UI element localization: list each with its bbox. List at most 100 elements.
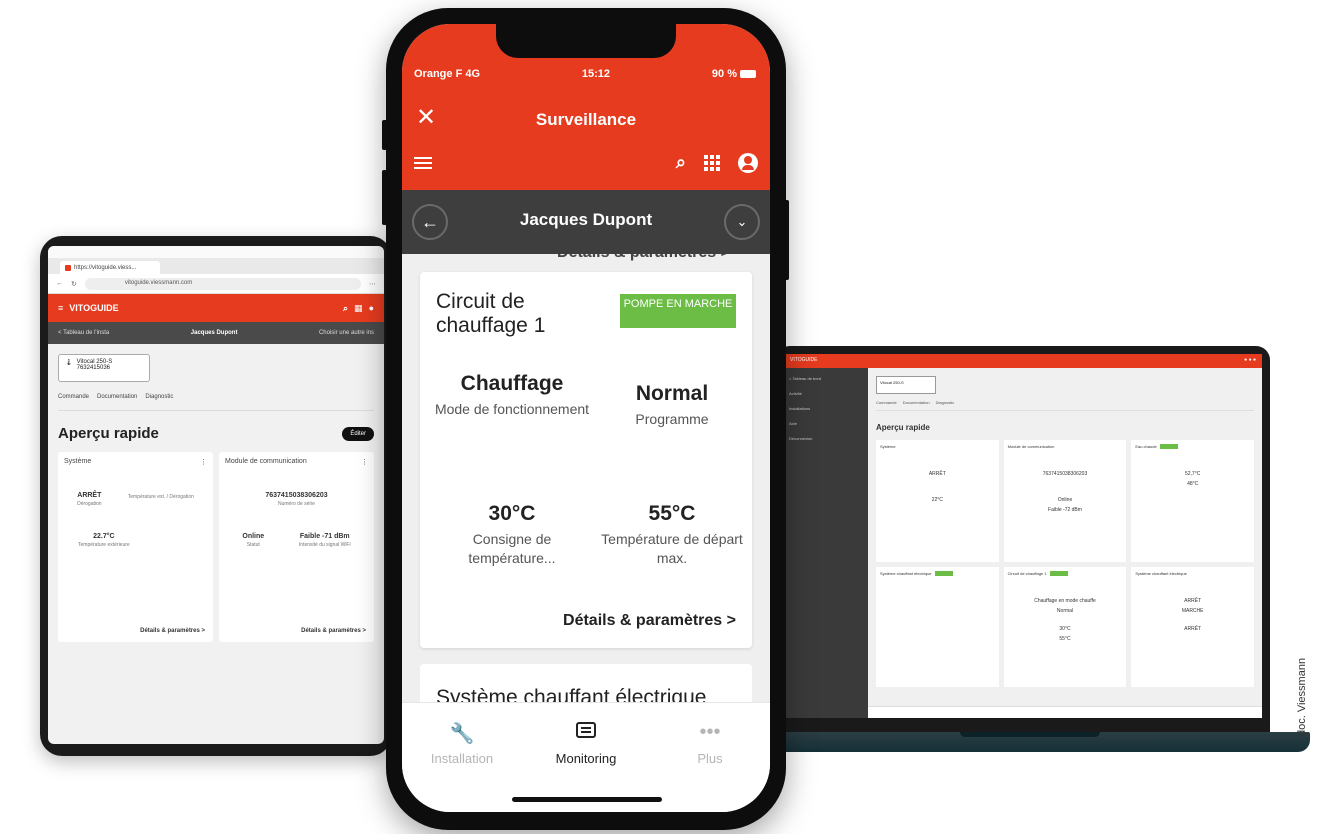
chevron-down-icon[interactable]: ⌄ — [724, 204, 760, 240]
battery-label: 90 % — [711, 68, 737, 80]
card-value: Online — [242, 533, 265, 540]
eau-chaude-card: Eau chaude 52,7°C 48°C — [1131, 440, 1254, 562]
user-icon[interactable]: ● — [369, 303, 374, 313]
previous-card-peek: Détails & paramètres > — [402, 254, 770, 272]
customer-name: Jacques Dupont — [519, 210, 653, 229]
kebab-icon[interactable]: ⋮ — [361, 458, 368, 466]
tablet-screen: https://vitoguide.viess... ← ↻ vitoguide… — [48, 246, 384, 744]
program-cell: Normal Programme — [592, 382, 752, 429]
menu-diagnostic[interactable]: Diagnostic — [936, 400, 955, 405]
apercu-title: Aperçu rapide — [876, 423, 930, 432]
customer-bar: ← Jacques Dupont ⌄ — [402, 190, 770, 254]
card-value: MARCHE — [1181, 608, 1204, 614]
max-temp-cell: 55°C Température de départ max. — [592, 502, 752, 568]
menu-icon[interactable]: ≡ — [58, 303, 63, 313]
module-card: Module de communication 7637415038306203… — [1003, 440, 1127, 562]
menu-documentation[interactable]: Documentation — [97, 394, 137, 400]
laptop-app-header: VITOGUIDE ● ● ● — [784, 354, 1262, 368]
browser-tab-title: https://vitoguide.viess... — [74, 264, 137, 271]
reload-icon[interactable]: ↻ — [71, 280, 77, 288]
details-parametres-link[interactable]: Détails & paramètres > — [563, 612, 736, 630]
device-selector[interactable]: Vitocal 250-S — [876, 376, 936, 394]
laptop-base — [770, 732, 1310, 752]
more-icon: ••• — [699, 721, 721, 743]
laptop-content: Vitocal 250-S Commande Documentation Dia… — [868, 368, 1262, 718]
switch-installation-link[interactable]: Choisir une autre ins — [319, 330, 374, 336]
app-name: VITOGUIDE — [790, 357, 818, 363]
app-header: ≡ VITOGUIDE ⌕ ▦ ● — [48, 294, 384, 322]
systeme-card: Système ⋮ ARRÊT Dérogation Température ext… — [58, 452, 213, 642]
nav-installation[interactable]: 🔧 Installation — [402, 721, 522, 766]
card-label: Dérogation — [77, 501, 102, 507]
hamburger-menu-icon[interactable] — [414, 154, 432, 172]
program-value: Normal — [635, 382, 709, 405]
search-icon[interactable]: ⌕ — [676, 152, 686, 173]
menu-documentation[interactable]: Documentation — [903, 400, 930, 405]
card-label: Température ext. / Dérogation — [127, 494, 194, 500]
phone-toolbar: ⌕ — [414, 152, 758, 173]
apps-grid-icon[interactable] — [704, 154, 720, 171]
account-icon[interactable] — [738, 152, 758, 173]
nav-monitoring[interactable]: Monitoring — [526, 721, 646, 766]
card-title: Module de communication — [1007, 444, 1055, 449]
card-value: 55°C — [1059, 636, 1071, 643]
device-serial: 7632415036 — [76, 365, 110, 371]
customer-name: Jacques Dupont — [190, 330, 238, 336]
edit-button[interactable]: Éditer — [342, 426, 374, 441]
card-title: Circuit de chauffage 1 — [1007, 571, 1047, 576]
address-bar[interactable]: vitoguide.viessmann.com — [84, 277, 361, 290]
sidebar-item-installations[interactable]: Installations — [789, 406, 863, 411]
status-badge — [1049, 571, 1068, 577]
browser-tab-strip: https://vitoguide.viess... — [48, 258, 384, 274]
sidebar-item-dashboard[interactable]: < Tableau de bord — [789, 376, 863, 381]
tablet-device: https://vitoguide.viess... ← ↻ vitoguide… — [40, 236, 392, 756]
card-value: 30°C — [1059, 626, 1071, 633]
thermometer-icon: 🌡 — [65, 360, 73, 366]
tablet-cards: Système ⋮ ARRÊT Dérogation Température ext… — [58, 452, 374, 642]
card-value: 48°C — [1187, 481, 1199, 488]
sidebar-item-activity[interactable]: Activité — [789, 391, 863, 396]
details-link[interactable]: Détails & paramètres > — [557, 254, 730, 262]
menu-commande[interactable]: Commande — [876, 400, 897, 405]
mode-value: Chauffage — [460, 372, 564, 395]
card-title: Circuit de chauffage 1 — [436, 290, 546, 337]
phone-status-bar: Orange F 4G 15:12 90 % — [414, 68, 756, 80]
nav-plus[interactable]: ••• Plus — [650, 721, 770, 766]
max-temp-label: Température de départ max. — [601, 531, 743, 566]
max-temp-value: 55°C — [648, 502, 696, 525]
menu-commande[interactable]: Commande — [58, 394, 89, 400]
more-icon[interactable]: ⋯ — [369, 280, 376, 288]
details-link[interactable]: Détails & paramètres > — [301, 628, 366, 634]
card-title: Eau chaude — [1135, 444, 1157, 449]
device-selector[interactable]: 🌡 Vitocal 250-S 7632415036 — [58, 354, 150, 382]
status-badge — [1159, 444, 1178, 450]
status-badge — [934, 571, 953, 577]
sidebar-item-logout[interactable]: Déconnexion — [789, 436, 863, 441]
tablet-status-bar — [48, 246, 384, 258]
card-value: 7637415038306203 — [1042, 471, 1088, 477]
browser-tab[interactable]: https://vitoguide.viess... — [60, 261, 160, 274]
apercu-header: Aperçu rapide Éditer — [58, 425, 374, 442]
window-controls-icon[interactable]: ● ● ● — [1244, 357, 1256, 365]
card-value: Faible -72 dBm — [1048, 507, 1082, 513]
phone-notch — [496, 24, 676, 58]
card-value: 52,7°C — [1184, 471, 1201, 478]
kebab-icon[interactable]: ⋮ — [200, 458, 207, 466]
setpoint-label: Consigne de température... — [468, 531, 556, 566]
sidebar-item-help[interactable]: Aide — [789, 421, 863, 426]
battery-icon — [740, 70, 756, 79]
laptop-sidebar: < Tableau de bord Activité Installations… — [784, 368, 868, 718]
mode-cell: Chauffage Mode de fonctionnement — [432, 372, 592, 419]
menu-diagnostic[interactable]: Diagnostic — [145, 394, 173, 400]
back-link[interactable]: < Tableau de l'insta — [58, 330, 109, 336]
details-link[interactable]: Détails & paramètres > — [140, 628, 205, 634]
card-value: Faible -71 dBm — [299, 533, 350, 540]
product-montage: https://vitoguide.viess... ← ↻ vitoguide… — [0, 0, 1323, 834]
apps-icon[interactable]: ▦ — [354, 303, 363, 314]
search-icon[interactable]: ⌕ — [343, 303, 348, 314]
setpoint-value: 30°C — [488, 502, 536, 525]
setpoint-cell: 30°C Consigne de température... — [432, 502, 592, 568]
laptop-footer — [868, 706, 1262, 718]
back-arrow-icon[interactable]: ← — [56, 280, 63, 287]
module-card: Module de communication ⋮ 763741503830620… — [219, 452, 374, 642]
